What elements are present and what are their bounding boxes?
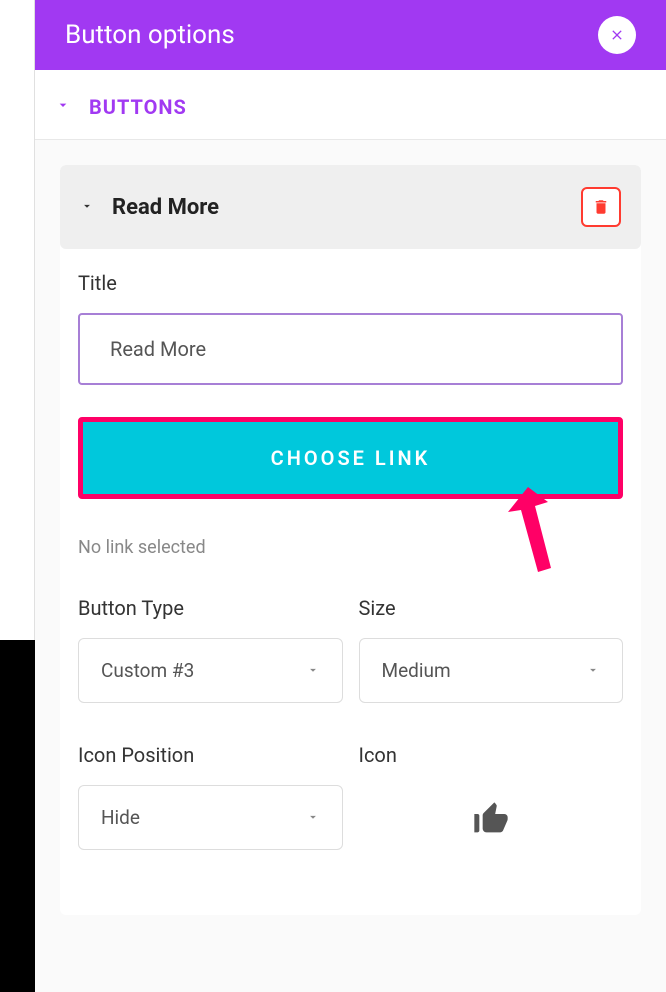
form-row-type-size: Button Type Custom #3 Size Medium: [78, 596, 623, 703]
size-select[interactable]: Medium: [359, 638, 624, 703]
button-type-value: Custom #3: [101, 659, 194, 682]
button-type-select[interactable]: Custom #3: [78, 638, 343, 703]
icon-col: Icon: [359, 743, 624, 853]
section-title: BUTTONS: [89, 95, 187, 119]
panel-content: Read More Title CHOOSE LINK: [35, 140, 666, 992]
card-body: Title CHOOSE LINK No link selected: [60, 249, 641, 915]
trash-icon: [592, 198, 610, 216]
chevron-down-icon: [306, 659, 320, 682]
thumbs-up-icon: [471, 799, 511, 839]
icon-position-col: Icon Position Hide: [78, 743, 343, 853]
arrow-annotation: [493, 482, 573, 586]
panel-header: Button options: [35, 0, 666, 70]
choose-link-button[interactable]: CHOOSE LINK: [83, 422, 618, 494]
form-row-icon: Icon Position Hide Icon: [78, 743, 623, 853]
icon-position-select[interactable]: Hide: [78, 785, 343, 850]
choose-link-highlight: CHOOSE LINK: [78, 417, 623, 499]
size-label: Size: [359, 596, 624, 620]
icon-position-label: Icon Position: [78, 743, 343, 767]
card-header-title: Read More: [112, 195, 219, 220]
panel-title: Button options: [65, 20, 235, 50]
close-icon: [609, 27, 625, 43]
section-header[interactable]: BUTTONS: [35, 70, 666, 140]
icon-label: Icon: [359, 743, 624, 767]
chevron-down-icon: [80, 198, 94, 217]
delete-button[interactable]: [581, 187, 621, 227]
chevron-down-icon: [55, 97, 71, 117]
left-edge-dark: [0, 640, 35, 992]
card-header[interactable]: Read More: [60, 165, 641, 249]
size-value: Medium: [382, 659, 451, 682]
card-header-left: Read More: [80, 195, 219, 220]
options-panel: Button options BUTTONS Read More: [35, 0, 666, 992]
size-col: Size Medium: [359, 596, 624, 703]
no-link-text: No link selected: [78, 537, 623, 558]
button-type-label: Button Type: [78, 596, 343, 620]
chevron-down-icon: [586, 659, 600, 682]
title-input[interactable]: [78, 313, 623, 385]
title-label: Title: [78, 271, 623, 295]
chevron-down-icon: [306, 806, 320, 829]
icon-picker[interactable]: [359, 785, 624, 853]
button-type-col: Button Type Custom #3: [78, 596, 343, 703]
close-button[interactable]: [598, 16, 636, 54]
icon-position-value: Hide: [101, 806, 140, 829]
button-card: Read More Title CHOOSE LINK: [60, 165, 641, 915]
